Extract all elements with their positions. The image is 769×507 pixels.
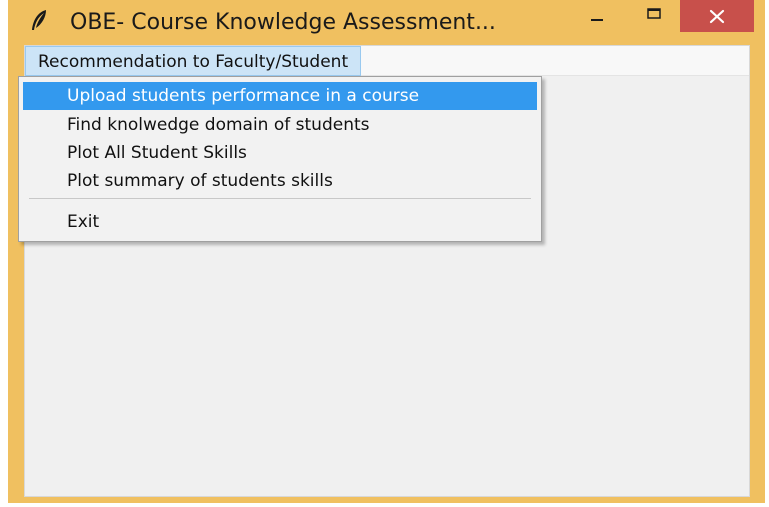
menu-item-plot-all-skills[interactable]: Plot All Student Skills [23, 139, 537, 167]
maximize-button[interactable] [636, 0, 672, 32]
minimize-button[interactable] [580, 0, 614, 32]
menu-separator [29, 198, 531, 199]
minimize-icon [580, 0, 614, 32]
feather-icon [28, 8, 52, 36]
close-icon [680, 0, 754, 32]
menu-item-find-knowledge-domain[interactable]: Find knolwedge domain of students [23, 111, 537, 139]
menu-bar: Recommendation to Faculty/Student [25, 46, 749, 76]
menu-item-exit[interactable]: Exit [23, 208, 537, 236]
menu-item-upload-performance[interactable]: Upload students performance in a course [23, 82, 537, 110]
maximize-icon [636, 0, 672, 32]
close-button[interactable] [680, 0, 754, 32]
menu-recommendation[interactable]: Recommendation to Faculty/Student [25, 46, 362, 76]
dropdown-menu: Upload students performance in a course … [18, 76, 542, 242]
menu-item-plot-summary-skills[interactable]: Plot summary of students skills [23, 167, 537, 195]
title-bar[interactable]: OBE- Course Knowledge Assessment... [8, 0, 765, 45]
window-title: OBE- Course Knowledge Assessment... [70, 10, 496, 35]
